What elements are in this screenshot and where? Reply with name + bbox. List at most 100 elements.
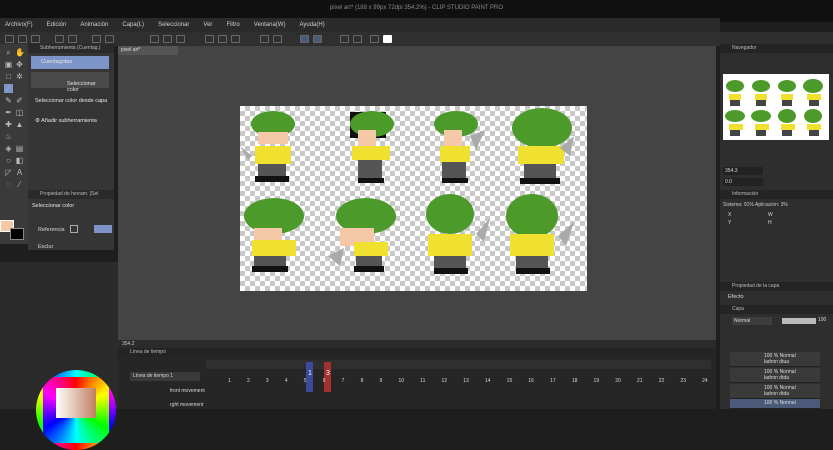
- frame-icon[interactable]: ◧: [15, 156, 24, 165]
- balloon-icon[interactable]: ◌: [4, 180, 13, 189]
- menu-seleccionar[interactable]: Seleccionar: [158, 22, 189, 28]
- timeline-cursor-red[interactable]: [324, 362, 331, 392]
- pen-icon[interactable]: ✎: [4, 96, 13, 105]
- decoration-icon[interactable]: ✚: [4, 120, 13, 129]
- layer-name: ladron dtda: [764, 391, 790, 397]
- navigator-zoom[interactable]: 354.3: [723, 167, 763, 175]
- navigator-rotate[interactable]: 0.0: [723, 178, 763, 186]
- ruler-icon[interactable]: [260, 35, 269, 43]
- snap-special-icon[interactable]: [313, 35, 322, 43]
- snap-ruler-icon[interactable]: [300, 35, 309, 43]
- view-icon[interactable]: [340, 35, 349, 43]
- menu-ver[interactable]: Ver: [203, 22, 212, 28]
- menu-ayuda[interactable]: Ayuda(H): [299, 22, 324, 28]
- clear-icon[interactable]: [92, 35, 101, 43]
- grid-icon[interactable]: [273, 35, 282, 43]
- menu-ventana[interactable]: Ventana(W): [254, 22, 286, 28]
- subtool-header: Subherramienta (Cuentag.): [28, 44, 114, 53]
- open-file-icon[interactable]: [18, 35, 27, 43]
- save-icon[interactable]: [31, 35, 40, 43]
- menu-edicion[interactable]: Edición: [47, 22, 67, 28]
- gradient-icon[interactable]: ▤: [15, 144, 24, 153]
- menu-bar: Archivo(F) Edición Animación Capa(L) Sel…: [0, 18, 720, 32]
- invert-icon[interactable]: [231, 35, 240, 43]
- brush-icon[interactable]: ✒: [4, 108, 13, 117]
- snap-icon[interactable]: [176, 35, 185, 43]
- navigator-thumbnail: [725, 79, 823, 136]
- sprite-5: [244, 198, 304, 272]
- sub-color-swatch[interactable]: [10, 228, 24, 240]
- select-all-icon[interactable]: [218, 35, 227, 43]
- sprite-1: [240, 111, 295, 182]
- opacity-slider[interactable]: [782, 318, 816, 324]
- layer-row-selected[interactable]: 100 % Normal: [730, 399, 820, 409]
- timeline-select[interactable]: Línea de tiempo 1: [130, 372, 200, 381]
- subtool-seleccionar-color[interactable]: Seleccionar color: [31, 72, 109, 93]
- undo-icon[interactable]: [55, 35, 64, 43]
- menu-filtro[interactable]: Filtro: [226, 22, 239, 28]
- ruler-tool-icon[interactable]: ◸: [4, 168, 13, 177]
- menu-capa[interactable]: Capa(L): [122, 22, 144, 28]
- add-subtool-button[interactable]: ⚙ Añadir subherramienta: [31, 118, 109, 128]
- zoom-icon[interactable]: ⌕: [4, 48, 13, 57]
- track-rght-movement[interactable]: rght movement: [170, 402, 203, 408]
- reference-checkbox[interactable]: [70, 225, 78, 233]
- layer-row[interactable]: 100 % Normal ladron dtda: [730, 368, 820, 383]
- color-square[interactable]: [56, 388, 96, 418]
- menu-archivo[interactable]: Archivo(F): [5, 22, 33, 28]
- status-bar: 354.2: [118, 340, 716, 348]
- document-tab[interactable]: pixel art*: [118, 46, 178, 55]
- timeline-panel: Línea de tiempo Línea de tiempo 1 1 3 1 …: [118, 348, 716, 409]
- pencil-icon[interactable]: ✐: [15, 96, 24, 105]
- auto-select-icon[interactable]: ✲: [15, 72, 24, 81]
- timeline-cursor-blue[interactable]: [306, 362, 313, 392]
- track-front-movement[interactable]: front movement: [170, 388, 205, 394]
- tool-palette: ⌕ ✋ ▣ ✥ □ ✲ ⁄ ✎ ✐ ✒ ◫ ✚ ▲ ♨ ◈ ▤ ○ ◧ ◸ A …: [0, 44, 28, 244]
- window-title: pixel art* (188 x 99px 72dpi 354.2%) - C…: [329, 5, 504, 11]
- hand-icon[interactable]: ✋: [15, 48, 25, 57]
- subtool-seleccionar-color-capa[interactable]: Seleccionar color desde capa: [31, 98, 109, 108]
- eyedropper-icon[interactable]: ⁄: [4, 84, 13, 93]
- layer-opacity-label: 100 % Normal: [764, 400, 796, 406]
- layer-row[interactable]: 100 % Normal ladron dtua: [730, 352, 820, 367]
- color-square-icon[interactable]: [383, 35, 392, 43]
- menu-animacion[interactable]: Animación: [80, 22, 108, 28]
- deselect-icon[interactable]: [163, 35, 172, 43]
- subtool-panel: Subherramienta (Cuentag.) Cuentagotas Se…: [28, 44, 114, 190]
- layer-icon[interactable]: [353, 35, 362, 43]
- move-icon[interactable]: ✥: [15, 60, 24, 69]
- reference-dropdown[interactable]: [94, 225, 112, 233]
- fill-tool-icon[interactable]: ◈: [4, 144, 13, 153]
- sprite-3: [434, 111, 485, 183]
- mask-icon[interactable]: [370, 35, 379, 43]
- opacity-value[interactable]: 100: [818, 317, 826, 323]
- info-system: Sistema: 91% Aplicación: 3%: [723, 202, 788, 208]
- figure-icon[interactable]: ○: [4, 156, 13, 165]
- frame-label: 1: [228, 378, 231, 384]
- eraser-icon[interactable]: ◫: [15, 108, 24, 117]
- info-y: Y: [728, 220, 732, 226]
- subtool-cuentagotas-label: Cuentagotas: [41, 59, 73, 65]
- crop-icon[interactable]: [205, 35, 214, 43]
- blend-icon[interactable]: ▲: [15, 120, 24, 129]
- info-system-label: Sistema:: [723, 202, 743, 208]
- canvas-sheet[interactable]: [240, 106, 587, 291]
- fill-icon[interactable]: [105, 35, 114, 43]
- operation-icon[interactable]: ▣: [4, 60, 13, 69]
- correct-line-icon[interactable]: ⁄: [15, 180, 24, 189]
- blend-mode-select[interactable]: Normal: [732, 317, 772, 325]
- transform-icon[interactable]: [150, 35, 159, 43]
- select-icon[interactable]: □: [4, 72, 13, 81]
- info-system-value: 91%: [743, 202, 754, 208]
- subtool-cuentagotas[interactable]: Cuentagotas: [31, 56, 109, 69]
- tool-property-header: Propiedad de herram. [Sel: [28, 190, 114, 199]
- text-tool-icon[interactable]: A: [15, 168, 24, 177]
- info-w: W: [768, 212, 773, 218]
- add-subtool-label: Añadir subherramienta: [41, 118, 97, 124]
- airbrush-icon[interactable]: ♨: [4, 132, 13, 141]
- new-file-icon[interactable]: [5, 35, 14, 43]
- layer-row[interactable]: 100 % Normal ladron dtda: [730, 384, 820, 399]
- redo-icon[interactable]: [68, 35, 77, 43]
- sprite-sheet: [240, 108, 574, 274]
- navigator-preview[interactable]: [723, 74, 829, 140]
